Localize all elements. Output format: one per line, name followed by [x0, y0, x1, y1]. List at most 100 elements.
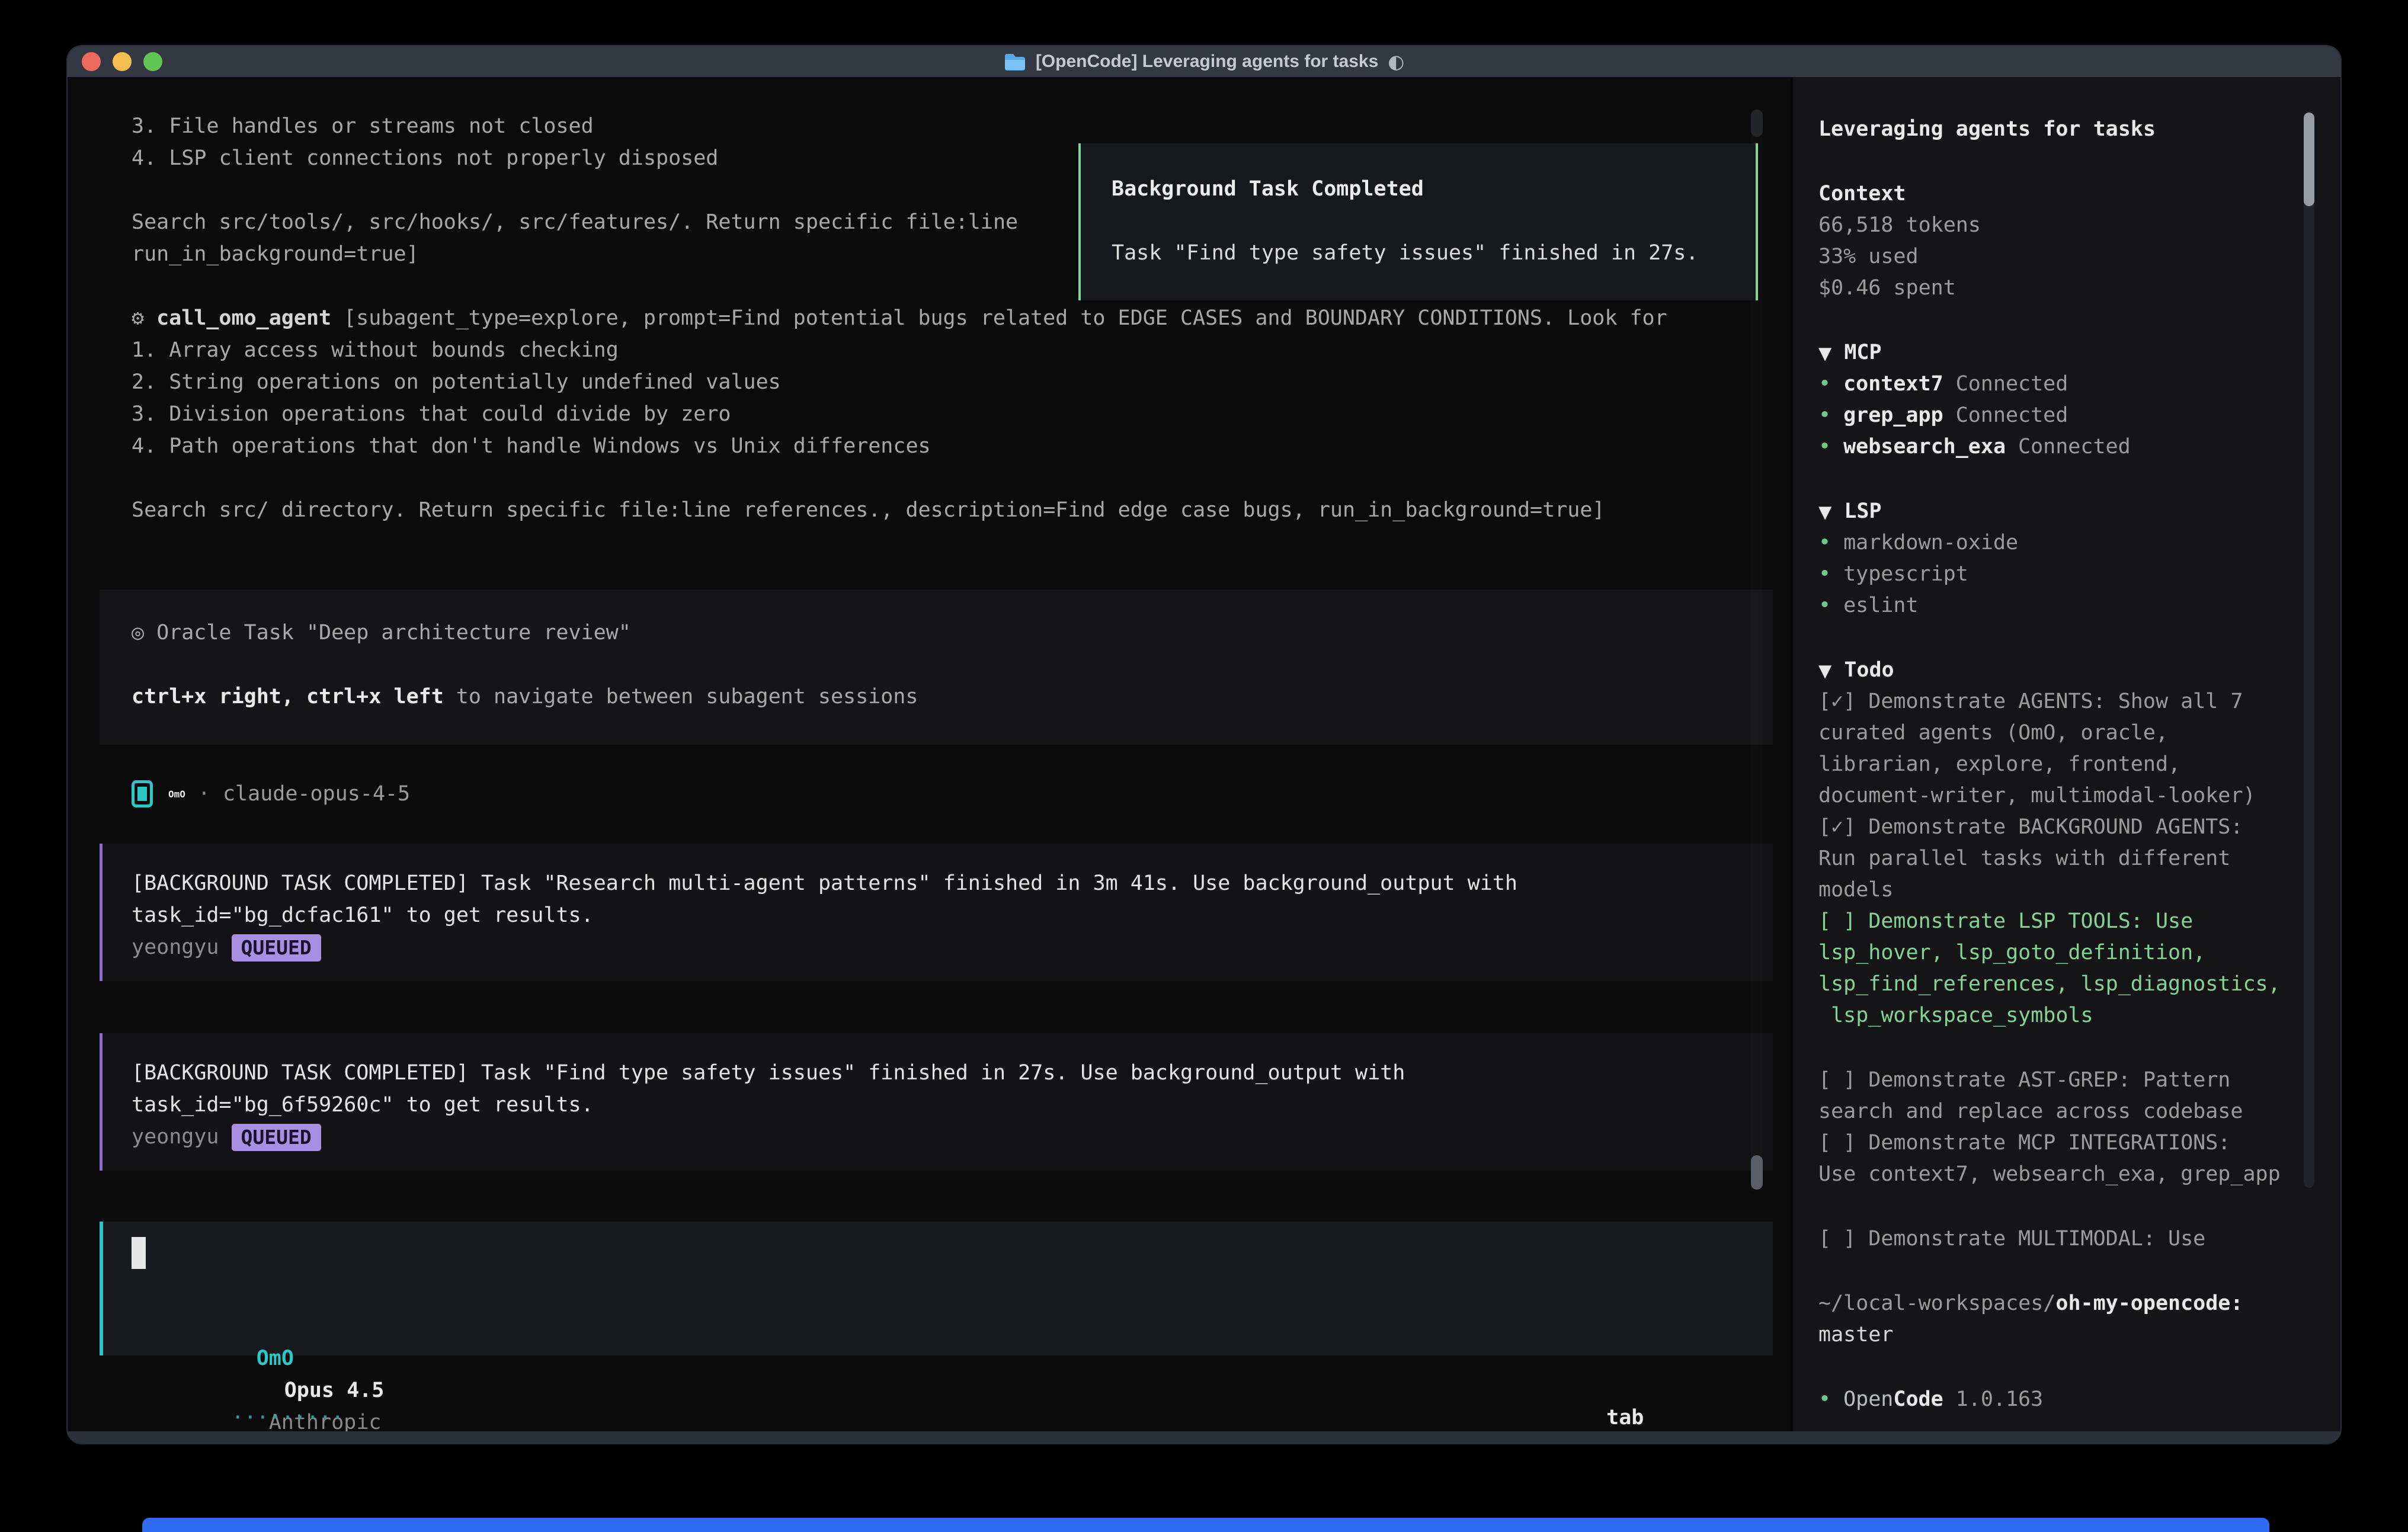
tool-result-line: 1. Array access without bounds checking — [132, 334, 1755, 366]
chat-pane: 3. File handles or streams not closed 4.… — [68, 77, 1788, 1431]
text-cursor — [132, 1237, 146, 1269]
mcp-item: •websearch_exaConnected — [1818, 431, 2300, 463]
status-dot-icon: • — [1818, 435, 1831, 459]
message-line: [BACKGROUND TASK COMPLETED] Task "Resear… — [132, 867, 1773, 899]
mcp-item: •context7Connected — [1818, 368, 2300, 400]
blank-line — [132, 649, 1773, 681]
message-line: [BACKGROUND TASK COMPLETED] Task "Find t… — [132, 1057, 1773, 1089]
blank-line — [132, 462, 1755, 494]
chevron-down-icon: ▼ — [1818, 343, 1831, 363]
agent-header: OmO · claude-opus-4-5 — [132, 778, 410, 810]
todo-line: search and replace across codebase — [1818, 1096, 2300, 1127]
window-footer-strip — [68, 1431, 2340, 1443]
section-gap — [1818, 1255, 2300, 1288]
sidebar-content: Leveraging agents for tasks Context 66,5… — [1818, 114, 2300, 1415]
chat-scrollbar-handle-top[interactable] — [1751, 110, 1763, 137]
sidebar-scrollbar[interactable] — [2304, 111, 2314, 1188]
mcp-status: Connected — [1956, 372, 2068, 396]
mcp-section-header[interactable]: ▼MCP — [1818, 337, 2300, 368]
status-left: ········· esc interrupt — [107, 1370, 356, 1402]
status-bar: ········· esc interrupt tab switch agent… — [68, 1370, 1788, 1402]
status-dot-icon: • — [1818, 403, 1831, 427]
close-button[interactable] — [82, 52, 101, 71]
version-number: 1.0.163 — [1956, 1387, 2044, 1411]
background-window-edge — [142, 1518, 2269, 1532]
todo-line: [✓] Demonstrate BACKGROUND AGENTS: — [1818, 812, 2300, 843]
lsp-item: •eslint — [1818, 590, 2300, 621]
workspace-path: ~/local-workspaces/oh-my-opencode: — [1818, 1288, 2300, 1319]
status-dot-icon: • — [1818, 372, 1831, 396]
queued-status-badge: QUEUED — [232, 1124, 321, 1151]
folder-icon — [1004, 53, 1026, 70]
sidebar-scrollbar-handle[interactable] — [2304, 113, 2314, 206]
lsp-item: •typescript — [1818, 559, 2300, 590]
prompt-input[interactable]: OmO Opus 4.5 Anthropic — [100, 1222, 1773, 1355]
section-gap — [1818, 1031, 2300, 1065]
author-label: yeongyu — [132, 935, 219, 959]
background-task-notification: Background Task Completed Task "Find typ… — [1078, 143, 1758, 300]
tool-result-line: 3. Division operations that could divide… — [132, 398, 1755, 430]
todo-line-active: [ ] Demonstrate LSP TOOLS: Use — [1818, 906, 2300, 937]
session-title: Leveraging agents for tasks — [1818, 114, 2300, 145]
shortcut-keys: ctrl+x right, ctrl+x left — [132, 685, 444, 709]
background-task-message: [BACKGROUND TASK COMPLETED] Task "Find t… — [100, 1033, 1773, 1171]
message-meta: yeongyu QUEUED — [132, 931, 1773, 963]
todo-line: librarian, explore, frontend, — [1818, 749, 2300, 780]
mcp-item: •grep_appConnected — [1818, 400, 2300, 431]
todo-line: [ ] Demonstrate MULTIMODAL: Use — [1818, 1223, 2300, 1255]
gear-icon: ⚙ — [132, 306, 144, 330]
agent-name: OmO — [168, 789, 185, 800]
oracle-task-card[interactable]: ◎Oracle Task "Deep architecture review" … — [100, 589, 1773, 745]
chat-scrollbar-handle[interactable] — [1751, 1155, 1763, 1190]
progress-moon-icon: ◐ — [1388, 50, 1404, 73]
tool-result-line: Search src/ directory. Return specific f… — [132, 494, 1755, 526]
chevron-down-icon: ▼ — [1818, 661, 1831, 681]
tool-call-line: ⚙call_omo_agent[subagent_type=explore, p… — [132, 302, 1755, 334]
notification-body: Task "Find type safety issues" finished … — [1112, 237, 1756, 269]
section-gap — [1818, 145, 2300, 178]
section-gap — [1818, 1190, 2300, 1223]
todo-line: [ ] Demonstrate AST-GREP: Pattern — [1818, 1065, 2300, 1096]
todo-line-active: lsp_workspace_symbols — [1818, 1000, 2300, 1031]
section-gap — [1818, 304, 2300, 337]
status-dot-icon: • — [1818, 594, 1831, 617]
section-gap — [1818, 463, 2300, 496]
zoom-button[interactable] — [143, 52, 162, 71]
oracle-icon: ◎ — [132, 621, 144, 645]
repo-name: oh-my-opencode: — [2055, 1291, 2243, 1315]
oracle-task-label: ◎Oracle Task "Deep architecture review" — [132, 617, 1773, 649]
todo-section-header[interactable]: ▼Todo — [1818, 655, 2300, 686]
minimize-button[interactable] — [113, 52, 132, 71]
opencode-terminal-window: [OpenCode] Leveraging agents for tasks ◐… — [66, 45, 2342, 1444]
todo-line: Run parallel tasks with different — [1818, 843, 2300, 874]
background-task-message: [BACKGROUND TASK COMPLETED] Task "Resear… — [100, 844, 1773, 981]
todo-line-active: lsp_hover, lsp_goto_definition, — [1818, 937, 2300, 969]
todo-line: document-writer, multimodal-looker) — [1818, 780, 2300, 812]
spinner-dots-icon: ········· — [232, 1406, 344, 1430]
tool-call-args: [subagent_type=explore, prompt=Find pote… — [344, 306, 1667, 330]
todo-line-active: lsp_find_references, lsp_diagnostics, — [1818, 969, 2300, 1000]
author-label: yeongyu — [132, 1125, 219, 1149]
context-tokens: 66,518 tokens — [1818, 210, 2300, 241]
queued-status-badge: QUEUED — [232, 934, 321, 961]
mcp-status: Connected — [2018, 435, 2131, 459]
model-row: OmO Opus 4.5 Anthropic — [132, 1310, 384, 1342]
message-line: task_id="bg_6f59260c" to get results. — [132, 1089, 1773, 1121]
todo-line: models — [1818, 874, 2300, 906]
oracle-hint-line: ctrl+x right, ctrl+x leftto navigate bet… — [132, 681, 1773, 713]
todo-line: [✓] Demonstrate AGENTS: Show all 7 — [1818, 686, 2300, 717]
context-spent: $0.46 spent — [1818, 273, 2300, 304]
agent-model: claude-opus-4-5 — [223, 778, 410, 810]
tab-keycap: tab — [1606, 1406, 1644, 1430]
lsp-item: •markdown-oxide — [1818, 527, 2300, 559]
status-dot-icon: • — [1818, 1387, 1831, 1411]
status-right: tab switch agent ctrl+p commands — [1481, 1370, 1769, 1402]
status-dot-icon: • — [1818, 562, 1831, 586]
screen: [OpenCode] Leveraging agents for tasks ◐… — [0, 0, 2408, 1532]
git-branch: master — [1818, 1319, 2300, 1351]
context-heading: Context — [1818, 178, 2300, 210]
lsp-section-header[interactable]: ▼LSP — [1818, 496, 2300, 527]
blank-line — [1112, 205, 1756, 237]
message-line: task_id="bg_dcfac161" to get results. — [132, 899, 1773, 931]
agent-short-name: OmO — [257, 1347, 294, 1370]
